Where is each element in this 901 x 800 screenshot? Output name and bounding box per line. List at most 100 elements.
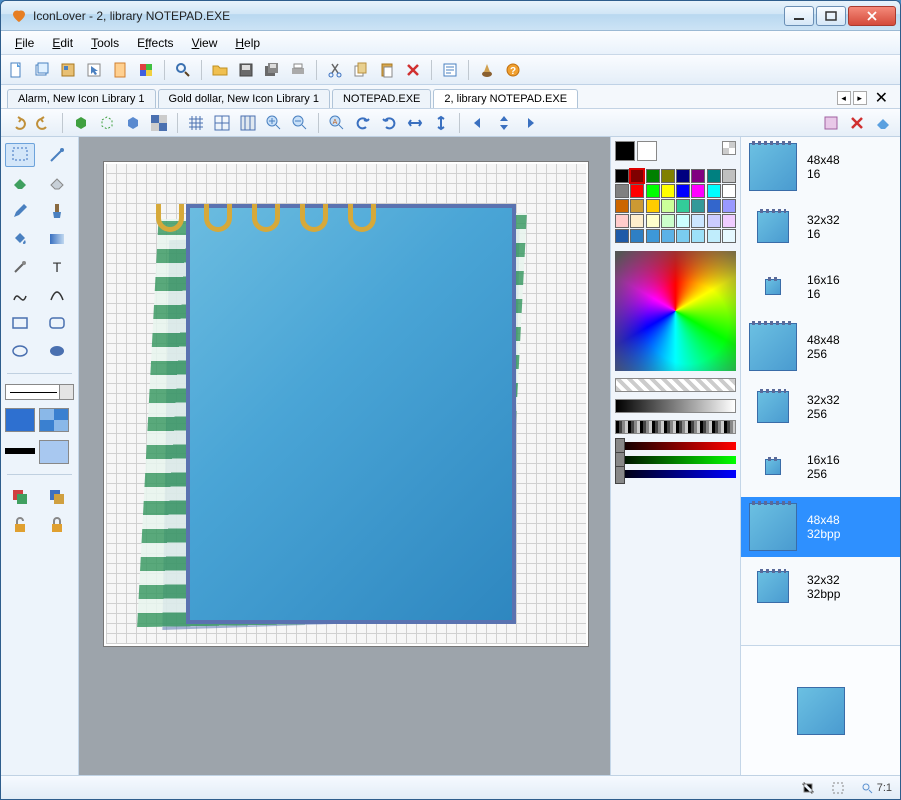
zoom-actual-icon[interactable]: A bbox=[326, 112, 348, 134]
cube-blue-icon[interactable] bbox=[122, 112, 144, 134]
color-cell[interactable] bbox=[615, 169, 629, 183]
eyedropper-tool[interactable] bbox=[5, 255, 35, 279]
style-pattern-swatch[interactable] bbox=[39, 408, 69, 432]
checker-icon[interactable] bbox=[148, 112, 170, 134]
line-thickness-select[interactable] bbox=[5, 384, 74, 400]
menu-help[interactable]: Help bbox=[227, 33, 268, 53]
flip-h-icon[interactable] bbox=[404, 112, 426, 134]
save-icon[interactable] bbox=[235, 59, 257, 81]
delete-size-icon[interactable] bbox=[846, 112, 868, 134]
color-cell[interactable] bbox=[707, 199, 721, 213]
pencil-tool[interactable] bbox=[5, 199, 35, 223]
size-item[interactable]: 16x16256 bbox=[741, 437, 900, 497]
shift-ud-icon[interactable] bbox=[493, 112, 515, 134]
color-cell[interactable] bbox=[615, 199, 629, 213]
menu-effects[interactable]: Effects bbox=[129, 33, 181, 53]
copy-icon[interactable] bbox=[350, 59, 372, 81]
save-size-icon[interactable] bbox=[820, 112, 842, 134]
size-item[interactable]: 16x1616 bbox=[741, 257, 900, 317]
grid-icon[interactable] bbox=[185, 112, 207, 134]
alpha-gradient[interactable] bbox=[615, 378, 736, 392]
new-file-icon[interactable] bbox=[5, 59, 27, 81]
paintbrush-tool[interactable] bbox=[42, 199, 72, 223]
eraser2-tool[interactable] bbox=[42, 171, 72, 195]
maximize-button[interactable] bbox=[816, 6, 846, 26]
filled-ellipse-tool[interactable] bbox=[42, 339, 72, 363]
size-item[interactable]: 48x4832bpp bbox=[741, 497, 900, 557]
red-slider[interactable] bbox=[615, 442, 736, 450]
colors-icon[interactable] bbox=[135, 59, 157, 81]
bg-color-swatch[interactable] bbox=[637, 141, 657, 161]
color-cell[interactable] bbox=[661, 229, 675, 243]
gradient-tool[interactable] bbox=[42, 227, 72, 251]
color-cell[interactable] bbox=[646, 214, 660, 228]
new-library-icon[interactable] bbox=[31, 59, 53, 81]
color-cell[interactable] bbox=[615, 229, 629, 243]
color-cell[interactable] bbox=[615, 184, 629, 198]
color-cell[interactable] bbox=[661, 169, 675, 183]
flip-v-icon[interactable] bbox=[430, 112, 452, 134]
color-picker[interactable] bbox=[615, 251, 736, 371]
color-cell[interactable] bbox=[707, 229, 721, 243]
green-slider[interactable] bbox=[615, 456, 736, 464]
open-folder-icon[interactable] bbox=[209, 59, 231, 81]
gray-gradient[interactable] bbox=[615, 420, 736, 434]
tab-prev-button[interactable]: ◂ bbox=[837, 91, 851, 105]
fg-color-swatch[interactable] bbox=[615, 141, 635, 161]
lock-open-icon[interactable] bbox=[5, 513, 35, 537]
color-cell[interactable] bbox=[707, 169, 721, 183]
undo-icon[interactable] bbox=[7, 112, 29, 134]
search-icon[interactable] bbox=[172, 59, 194, 81]
zoom-in-icon[interactable] bbox=[263, 112, 285, 134]
cube-solid-icon[interactable] bbox=[70, 112, 92, 134]
color-cell[interactable] bbox=[646, 169, 660, 183]
pixel-canvas[interactable] bbox=[106, 164, 586, 644]
select-rect-tool[interactable] bbox=[5, 143, 35, 167]
color-cell[interactable] bbox=[646, 184, 660, 198]
color-cell[interactable] bbox=[630, 229, 644, 243]
wizard-icon[interactable] bbox=[476, 59, 498, 81]
erase-size-icon[interactable] bbox=[872, 112, 894, 134]
close-button[interactable] bbox=[848, 6, 896, 26]
canvas-viewport[interactable] bbox=[79, 137, 610, 775]
new-multi-icon[interactable] bbox=[57, 59, 79, 81]
blue-slider[interactable] bbox=[615, 470, 736, 478]
tab-next-button[interactable]: ▸ bbox=[853, 91, 867, 105]
transparent-swatch[interactable] bbox=[722, 141, 736, 155]
layer-red-icon[interactable] bbox=[5, 485, 35, 509]
shift-right-icon[interactable] bbox=[519, 112, 541, 134]
print-icon[interactable] bbox=[287, 59, 309, 81]
save-all-icon[interactable] bbox=[261, 59, 283, 81]
color-cell[interactable] bbox=[676, 184, 690, 198]
color-cell[interactable] bbox=[676, 229, 690, 243]
rotate-right-icon[interactable] bbox=[378, 112, 400, 134]
color-cell[interactable] bbox=[691, 199, 705, 213]
help-icon[interactable]: ? bbox=[502, 59, 524, 81]
size-item[interactable]: 32x32256 bbox=[741, 377, 900, 437]
color-cell[interactable] bbox=[707, 184, 721, 198]
eraser-tool[interactable] bbox=[5, 171, 35, 195]
value-gradient[interactable] bbox=[615, 399, 736, 413]
color-cell[interactable] bbox=[722, 199, 736, 213]
line-style[interactable] bbox=[5, 448, 35, 454]
tab-1[interactable]: Gold dollar, New Icon Library 1 bbox=[158, 89, 330, 108]
menu-tools[interactable]: Tools bbox=[83, 33, 127, 53]
arc-tool[interactable] bbox=[42, 283, 72, 307]
style-solid-swatch[interactable] bbox=[5, 408, 35, 432]
zoom-out-icon[interactable] bbox=[289, 112, 311, 134]
menu-edit[interactable]: Edit bbox=[44, 33, 81, 53]
brush-tool[interactable] bbox=[42, 143, 72, 167]
color-cell[interactable] bbox=[676, 169, 690, 183]
roundrect-tool[interactable] bbox=[42, 311, 72, 335]
size-item[interactable]: 32x3232bpp bbox=[741, 557, 900, 617]
rect-tool[interactable] bbox=[5, 311, 35, 335]
color-cell[interactable] bbox=[691, 214, 705, 228]
color-cell[interactable] bbox=[661, 199, 675, 213]
delete-icon[interactable] bbox=[402, 59, 424, 81]
color-cell[interactable] bbox=[646, 199, 660, 213]
color-cell[interactable] bbox=[630, 214, 644, 228]
color-cell[interactable] bbox=[661, 184, 675, 198]
tab-2[interactable]: NOTEPAD.EXE bbox=[332, 89, 431, 108]
color-cell[interactable] bbox=[722, 214, 736, 228]
properties-icon[interactable] bbox=[439, 59, 461, 81]
